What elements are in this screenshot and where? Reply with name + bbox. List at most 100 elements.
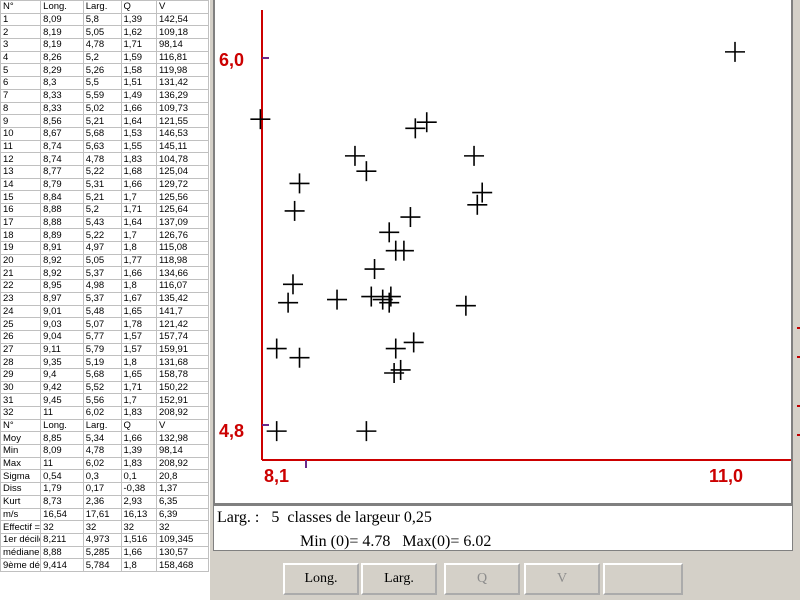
- grid-cell[interactable]: 8,89: [40, 228, 84, 243]
- grid-cell[interactable]: 30: [0, 380, 42, 395]
- grid-cell[interactable]: 31: [0, 393, 42, 407]
- grid-cell[interactable]: 5,37: [82, 291, 122, 306]
- grid-cell[interactable]: 141,7: [155, 304, 210, 319]
- grid-cell[interactable]: 5,5: [82, 76, 122, 90]
- grid-cell[interactable]: 8,85: [40, 431, 84, 446]
- grid-cell[interactable]: 14: [0, 177, 42, 192]
- grid-row[interactable]: 19 8,91 4,97 1,8 115,08: [0, 241, 210, 255]
- grid-cell[interactable]: 157,74: [155, 329, 210, 344]
- grid-cell[interactable]: 5,8: [82, 12, 122, 27]
- grid-cell[interactable]: 1,49: [120, 88, 157, 103]
- data-grid[interactable]: N° Long. Larg. Q V 1 8,09 5,8 1,39 142,54 2 8,19 5,0…: [0, 0, 211, 600]
- grid-cell[interactable]: 8,84: [40, 190, 84, 204]
- grid-cell[interactable]: 125,04: [155, 164, 210, 179]
- stats-header-row[interactable]: N° Long. Larg. Q V: [0, 418, 210, 433]
- grid-row[interactable]: 17 8,88 5,43 1,64 137,09: [0, 215, 210, 230]
- grid-row[interactable]: 14 8,79 5,31 1,66 129,72: [0, 177, 210, 192]
- grid-cell[interactable]: 1,8: [120, 279, 157, 293]
- grid-row[interactable]: 10 8,67 5,68 1,53 146,53: [0, 126, 210, 141]
- grid-cell[interactable]: 5,2: [82, 203, 122, 217]
- grid-cell[interactable]: 8,26: [40, 50, 84, 65]
- grid-cell[interactable]: 1,78: [120, 317, 157, 331]
- grid-cell[interactable]: 1,39: [120, 12, 157, 27]
- grid-cell[interactable]: 134,66: [155, 266, 210, 281]
- grid-cell[interactable]: 1,57: [120, 342, 157, 357]
- grid-cell[interactable]: 130,57: [155, 545, 210, 560]
- grid-cell[interactable]: 9,414: [40, 558, 84, 572]
- grid-cell[interactable]: 1,8: [120, 241, 157, 255]
- grid-cell[interactable]: 12: [0, 152, 42, 166]
- grid-row[interactable]: 7 8,33 5,59 1,49 136,29: [0, 88, 210, 103]
- grid-cell[interactable]: 132,98: [155, 431, 210, 446]
- grid-row[interactable]: 18 8,89 5,22 1,7 126,76: [0, 228, 210, 243]
- stats-row[interactable]: 1er décile 8,211 4,973 1,516 109,345: [0, 532, 210, 547]
- grid-cell[interactable]: 5,05: [82, 253, 122, 268]
- grid-row[interactable]: 27 9,11 5,79 1,57 159,91: [0, 342, 210, 357]
- grid-cell[interactable]: 4,973: [82, 532, 122, 547]
- grid-cell[interactable]: 5,22: [82, 228, 122, 243]
- grid-row[interactable]: 2 8,19 5,05 1,62 109,18: [0, 25, 210, 40]
- grid-cell[interactable]: 1,64: [120, 114, 157, 128]
- grid-cell[interactable]: 8,77: [40, 164, 84, 179]
- grid-cell[interactable]: 9,04: [40, 329, 84, 344]
- stats-row[interactable]: Min 8,09 4,78 1,39 98,14: [0, 444, 210, 458]
- grid-cell[interactable]: 8,33: [40, 101, 84, 116]
- grid-cell[interactable]: V: [155, 418, 210, 433]
- grid-cell[interactable]: Q: [120, 418, 157, 433]
- grid-cell[interactable]: 1,7: [120, 228, 157, 243]
- grid-cell[interactable]: 20: [0, 253, 42, 268]
- grid-cell[interactable]: 126,76: [155, 228, 210, 243]
- grid-cell[interactable]: 5,79: [82, 342, 122, 357]
- grid-cell[interactable]: 6,02: [82, 456, 122, 471]
- grid-cell[interactable]: 115,08: [155, 241, 210, 255]
- grid-cell[interactable]: Moy: [0, 431, 42, 446]
- grid-cell[interactable]: 10: [0, 126, 42, 141]
- grid-cell[interactable]: 9,35: [40, 355, 84, 369]
- grid-cell[interactable]: 16: [0, 203, 42, 217]
- grid-cell[interactable]: 11: [40, 456, 84, 471]
- grid-cell[interactable]: 5,43: [82, 215, 122, 230]
- grid-cell[interactable]: 5,52: [82, 380, 122, 395]
- grid-cell[interactable]: 27: [0, 342, 42, 357]
- grid-cell[interactable]: 0,54: [40, 469, 84, 484]
- grid-cell[interactable]: 131,42: [155, 76, 210, 90]
- grid-cell[interactable]: 1,67: [120, 291, 157, 306]
- grid-row[interactable]: 11 8,74 5,63 1,55 145,11: [0, 139, 210, 154]
- grid-cell[interactable]: 1,8: [120, 558, 157, 572]
- grid-cell[interactable]: 1,37: [155, 482, 210, 496]
- grid-row[interactable]: 29 9,4 5,68 1,65 158,78: [0, 367, 210, 382]
- grid-cell[interactable]: 2: [0, 25, 42, 40]
- grid-cell[interactable]: 32: [120, 520, 157, 534]
- grid-cell[interactable]: 5,285: [82, 545, 122, 560]
- grid-cell[interactable]: 116,07: [155, 279, 210, 293]
- grid-cell[interactable]: 8: [0, 101, 42, 116]
- grid-cell[interactable]: 8,29: [40, 63, 84, 78]
- grid-cell[interactable]: 208,92: [155, 406, 210, 420]
- stats-row[interactable]: 9ème décile9,4145,7841,8158,468: [0, 558, 210, 572]
- q-button[interactable]: Q: [444, 563, 520, 595]
- grid-cell[interactable]: 8,19: [40, 38, 84, 52]
- grid-cell[interactable]: 142,54: [155, 12, 210, 27]
- grid-cell[interactable]: 9,42: [40, 380, 84, 395]
- grid-cell[interactable]: 28: [0, 355, 42, 369]
- grid-cell[interactable]: 8,56: [40, 114, 84, 128]
- blank-button[interactable]: [603, 563, 683, 595]
- grid-cell[interactable]: 20,8: [155, 469, 210, 484]
- grid-cell[interactable]: 5,48: [82, 304, 122, 319]
- grid-cell[interactable]: Max: [0, 456, 42, 471]
- grid-cell[interactable]: 8,3: [40, 76, 84, 90]
- grid-cell[interactable]: 8,97: [40, 291, 84, 306]
- grid-cell[interactable]: 8,91: [40, 241, 84, 255]
- grid-cell[interactable]: 1,8: [120, 355, 157, 369]
- grid-cell[interactable]: 5,21: [82, 114, 122, 128]
- grid-cell[interactable]: 5,21: [82, 190, 122, 204]
- grid-cell[interactable]: Larg.: [82, 418, 122, 433]
- grid-row[interactable]: 30 9,42 5,52 1,71 150,22: [0, 380, 210, 395]
- grid-cell[interactable]: 158,78: [155, 367, 210, 382]
- grid-cell[interactable]: 159,91: [155, 342, 210, 357]
- grid-cell[interactable]: 152,91: [155, 393, 210, 407]
- stats-row[interactable]: Effectif = 32 32 32 32: [0, 520, 210, 534]
- grid-cell[interactable]: 1,66: [120, 545, 157, 560]
- v-button[interactable]: V: [524, 563, 600, 595]
- grid-cell[interactable]: 1,55: [120, 139, 157, 154]
